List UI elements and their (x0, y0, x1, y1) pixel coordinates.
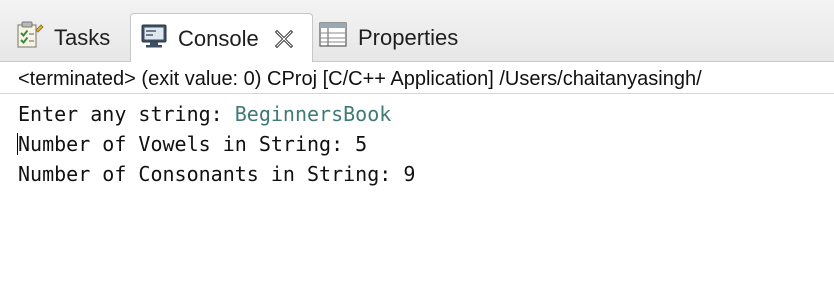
console-prompt-text: Enter any string: (18, 102, 235, 126)
text-caret (17, 133, 18, 155)
tab-tasks[interactable]: Tasks (14, 14, 110, 62)
console-output[interactable]: Enter any string: BeginnersBook Number o… (0, 94, 834, 284)
console-icon (140, 22, 168, 56)
tab-properties-label: Properties (358, 25, 459, 50)
tasks-icon (14, 20, 44, 56)
console-line-vowels: Number of Vowels in String: 5 (17, 129, 834, 159)
close-icon[interactable] (273, 28, 295, 50)
console-status-line: <terminated> (exit value: 0) CProj [C/C+… (0, 62, 834, 94)
console-vowels-text: Number of Vowels in String: 5 (18, 132, 368, 156)
tab-properties[interactable]: Properties (318, 14, 458, 62)
tab-console[interactable]: Console (130, 13, 313, 63)
console-user-input: BeginnersBook (234, 102, 392, 126)
properties-icon (318, 21, 348, 55)
console-line-prompt: Enter any string: BeginnersBook (18, 99, 834, 129)
tab-tasks-label: Tasks (54, 25, 111, 50)
console-consonants-text: Number of Consonants in String: 9 (18, 162, 416, 186)
tab-console-label: Console (178, 25, 259, 51)
view-tab-bar: Tasks Console Properties (0, 0, 834, 63)
console-line-consonants: Number of Consonants in String: 9 (18, 159, 834, 189)
